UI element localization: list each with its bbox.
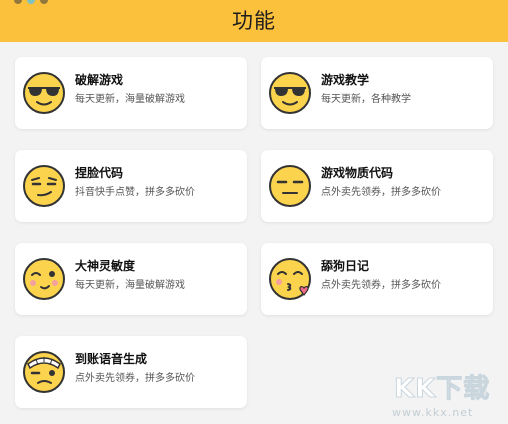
status-bar-icons [14,0,48,4]
bandaged-face-icon [23,351,65,393]
card-subtitle: 每天更新，海量破解游戏 [75,94,185,105]
feature-card-diary[interactable]: 舔狗日记 点外卖先领券，拼多多砍价 [261,243,493,315]
feature-card-face-code[interactable]: 捏脸代码 抖音快手点赞，拼多多砍价 [15,150,247,222]
card-title: 到账语音生成 [75,352,148,366]
feature-card-crack-games[interactable]: 破解游戏 每天更新，海量破解游戏 [15,57,247,129]
card-subtitle: 点外卖先领券，拼多多砍价 [321,187,441,198]
feature-card-voice-generator[interactable]: 到账语音生成 点外卖先领券，拼多多砍价 [15,336,247,408]
card-title: 捏脸代码 [75,166,124,180]
watermark-logo: KK下载 [393,374,491,405]
expressionless-face-icon [269,165,311,207]
header-bar: 功能 [0,0,508,42]
card-title: 游戏物质代码 [321,166,394,180]
page-title: 功能 [232,9,276,33]
sunglasses-face-icon [269,72,311,114]
card-subtitle: 每天更新，海量破解游戏 [75,280,185,291]
card-subtitle: 点外卖先领券，拼多多砍价 [75,373,195,384]
card-subtitle: 每天更新，各种教学 [321,94,411,105]
card-title: 大神灵敏度 [75,259,136,273]
watermark: KK下载 www.kkx.net [390,366,508,424]
watermark-url: www.kkx.net [392,406,474,419]
card-title: 舔狗日记 [321,259,370,273]
feature-card-game-item-code[interactable]: 游戏物质代码 点外卖先领券，拼多多砍价 [261,150,493,222]
card-subtitle: 抖音快手点赞，拼多多砍价 [75,187,195,198]
sunglasses-face-icon [23,72,65,114]
card-subtitle: 点外卖先领券，拼多多砍价 [321,280,441,291]
feature-card-game-tutorial[interactable]: 游戏教学 每天更新，各种教学 [261,57,493,129]
card-title: 破解游戏 [75,73,124,87]
feature-card-sensitivity[interactable]: 大神灵敏度 每天更新，海量破解游戏 [15,243,247,315]
smirk-face-icon [23,165,65,207]
wink-face-icon [23,258,65,300]
kissing-heart-face-icon [269,258,311,300]
card-title: 游戏教学 [321,73,370,87]
